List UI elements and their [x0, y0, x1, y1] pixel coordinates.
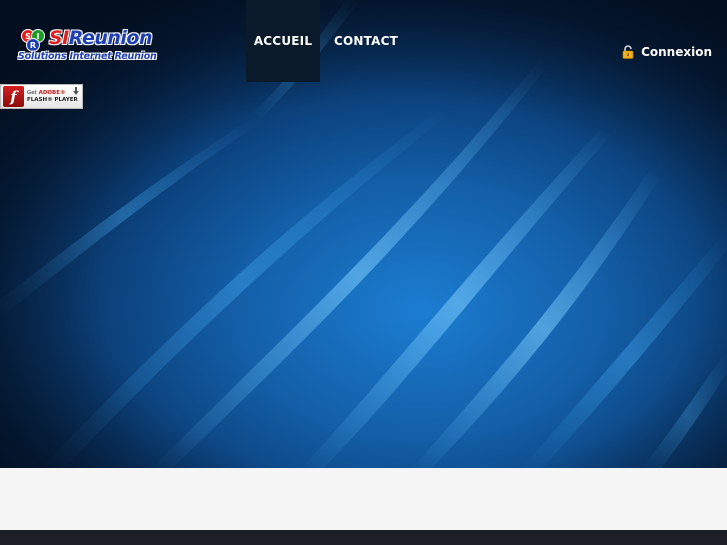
logo-tagline: Solutions Internet Reunion	[18, 51, 157, 62]
logo-wordmark: SIReunion	[49, 27, 152, 49]
logo-mark-letter: R	[30, 41, 36, 50]
flash-player-icon: f	[3, 86, 24, 107]
flash-badge-get: Get	[27, 89, 37, 96]
main-nav: ACCUEIL CONTACT	[246, 0, 411, 82]
padlock-icon	[622, 45, 634, 59]
site-logo[interactable]: S I R SIReunion Solutions Internet Reuni…	[16, 24, 157, 68]
get-flash-player-badge[interactable]: f Get ADOBE® FLASH® PLAYER	[0, 84, 83, 109]
logo-wordmark-rest: Reunion	[68, 27, 153, 49]
footer-strip	[0, 530, 727, 545]
flash-badge-text: Get ADOBE® FLASH® PLAYER	[27, 90, 78, 104]
flash-badge-line2: FLASH® PLAYER	[27, 96, 78, 103]
logo-mark-icon: S I R	[21, 29, 45, 52]
nav-item-accueil[interactable]: ACCUEIL	[246, 0, 320, 82]
nav-item-contact[interactable]: CONTACT	[320, 0, 411, 82]
login-link[interactable]: Connexion	[622, 45, 712, 59]
logo-wordmark-prefix: SI	[49, 27, 69, 49]
page: S I R SIReunion Solutions Internet Reuni…	[0, 0, 727, 545]
download-arrow-icon	[73, 87, 79, 95]
site-header: S I R SIReunion Solutions Internet Reuni…	[0, 0, 727, 84]
logo-mark-letter: S	[25, 32, 31, 41]
flash-badge-line1: Get ADOBE®	[27, 90, 78, 97]
content-band	[0, 468, 727, 530]
login-label: Connexion	[641, 45, 712, 59]
flash-badge-adobe: ADOBE®	[38, 89, 66, 96]
logo-mark-letter: I	[37, 32, 40, 41]
